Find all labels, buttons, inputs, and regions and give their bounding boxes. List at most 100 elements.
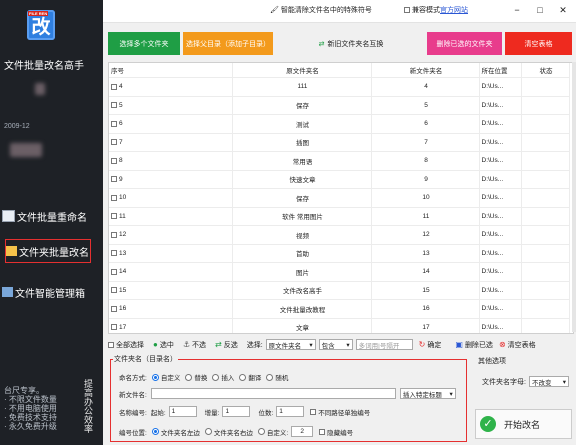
cell-no[interactable]: 12 bbox=[109, 225, 233, 245]
cell-no[interactable]: 14 bbox=[109, 262, 233, 282]
keyword-input[interactable]: 多词用|号隔开 bbox=[355, 339, 413, 350]
table-row[interactable]: 11 软件 常用图片 11 D:\Us... bbox=[109, 207, 570, 226]
row-checkbox[interactable] bbox=[111, 120, 117, 127]
sidebar-item-file-rename[interactable]: 文件批量重命名 bbox=[2, 205, 98, 227]
row-checkbox[interactable] bbox=[111, 231, 117, 238]
table-row[interactable]: 17 文章 17 D:\Us... bbox=[109, 318, 570, 333]
table-row[interactable]: 16 文件批量改教程 16 D:\Us... bbox=[109, 299, 570, 319]
delete-selected-button[interactable]: ▣ 删除已选 bbox=[455, 340, 493, 350]
cell-no[interactable]: 8 bbox=[109, 151, 233, 171]
cell-no[interactable]: 7 bbox=[109, 133, 233, 152]
row-checkbox[interactable] bbox=[111, 213, 117, 220]
cell-no[interactable]: 16 bbox=[109, 299, 233, 319]
row-checkbox[interactable] bbox=[111, 176, 117, 183]
row-checkbox[interactable] bbox=[111, 194, 117, 201]
table-row[interactable]: 6 测试 6 D:\Us... bbox=[109, 114, 570, 134]
radio-random[interactable] bbox=[266, 373, 274, 381]
minimize-button[interactable]: − bbox=[508, 1, 526, 19]
cell-no[interactable]: 5 bbox=[109, 96, 233, 115]
clear-table-button[interactable]: 清空表格 bbox=[505, 32, 572, 55]
cell-old-name: 保存 bbox=[232, 188, 372, 208]
radio-insert[interactable] bbox=[212, 373, 220, 381]
table-scrollbar[interactable] bbox=[572, 62, 576, 332]
cell-location: D:\Us... bbox=[479, 318, 522, 333]
row-checkbox[interactable] bbox=[111, 287, 117, 294]
row-checkbox[interactable] bbox=[111, 305, 117, 312]
row-checkbox[interactable] bbox=[111, 139, 117, 146]
cell-location: D:\Us... bbox=[479, 170, 522, 189]
table-row[interactable]: 5 保存 5 D:\Us... bbox=[109, 96, 570, 115]
cell-no[interactable]: 15 bbox=[109, 281, 233, 300]
start-rename-button[interactable]: ✓ 开始改名 bbox=[475, 409, 572, 439]
cell-no[interactable]: 6 bbox=[109, 114, 233, 134]
digits-input[interactable]: 1 bbox=[276, 406, 305, 417]
select-button[interactable]: ● 选中 bbox=[153, 340, 174, 350]
row-checkbox[interactable] bbox=[111, 250, 117, 257]
row-checkbox[interactable] bbox=[111, 324, 117, 331]
radio-translate[interactable] bbox=[239, 373, 247, 381]
radio-left[interactable] bbox=[151, 428, 159, 435]
cell-location: D:\Us... bbox=[479, 96, 522, 115]
hide-number-checkbox[interactable] bbox=[319, 428, 326, 435]
insert-title-select[interactable]: 插入特定标题 ▾ bbox=[399, 388, 456, 399]
checkbox-box[interactable] bbox=[108, 341, 114, 348]
table-row[interactable]: 4 111 4 D:\Us... bbox=[109, 77, 570, 97]
sidebar-item-smart-box[interactable]: 文件智能管理箱 bbox=[2, 281, 98, 303]
custom-pos-input[interactable]: 2 bbox=[291, 426, 314, 437]
clear-table-link[interactable]: ⊗ 清空表格 bbox=[499, 340, 536, 350]
cell-location: D:\Us... bbox=[479, 299, 522, 319]
compat-mode-toggle[interactable]: 兼容模式 bbox=[404, 5, 440, 15]
row-checkbox[interactable] bbox=[111, 83, 117, 90]
table-row[interactable]: 14 图片 14 D:\Us... bbox=[109, 262, 570, 282]
header-status[interactable]: 状态 bbox=[521, 63, 570, 78]
select-all-checkbox[interactable]: 全部选择 bbox=[108, 340, 144, 350]
method-label: 命名方式: bbox=[119, 375, 147, 382]
table-row[interactable]: 9 快速文章 9 D:\Us... bbox=[109, 170, 570, 189]
header-no[interactable]: 序号 bbox=[109, 63, 233, 78]
swap-names-button[interactable]: ⇄ 新旧文件夹名互换 bbox=[311, 32, 391, 55]
cell-no[interactable]: 9 bbox=[109, 170, 233, 189]
select-parent-dir-button[interactable]: 选择父目录（添加子目录） bbox=[183, 32, 273, 55]
table-row[interactable]: 8 常用语 8 D:\Us... bbox=[109, 151, 570, 171]
case-select[interactable]: 不改变 ▾ bbox=[528, 376, 569, 387]
delete-selected-folders-button[interactable]: 删除已选的文件夹 bbox=[427, 32, 502, 55]
radio-right[interactable] bbox=[204, 428, 212, 435]
invert-button[interactable]: ⇄ 反选 bbox=[215, 340, 238, 350]
cell-no[interactable]: 11 bbox=[109, 207, 233, 226]
radio-custom[interactable] bbox=[151, 373, 159, 381]
maximize-button[interactable]: □ bbox=[531, 1, 549, 19]
table-row[interactable]: 10 保存 10 D:\Us... bbox=[109, 188, 570, 208]
header-new-name[interactable]: 新文件夹名 bbox=[371, 63, 480, 78]
unselect-button[interactable]: ⚓ 不选 bbox=[183, 340, 206, 350]
step-input[interactable]: 1 bbox=[222, 406, 251, 417]
row-checkbox[interactable] bbox=[111, 268, 117, 275]
start-input[interactable]: 1 bbox=[168, 406, 197, 417]
user-name-blur bbox=[10, 143, 42, 157]
row-checkbox[interactable] bbox=[111, 102, 117, 109]
row-checkbox[interactable] bbox=[111, 157, 117, 164]
table-row[interactable]: 13 首助 13 D:\Us... bbox=[109, 244, 570, 263]
select-folders-button[interactable]: 选择多个文件夹 bbox=[108, 32, 180, 55]
sidebar-item-folder-rename[interactable]: 文件夹批量改名 bbox=[5, 239, 91, 263]
table-row[interactable]: 7 插图 7 D:\Us... bbox=[109, 133, 570, 152]
match-select[interactable]: 包含 ▾ bbox=[318, 339, 353, 350]
radio-replace[interactable] bbox=[185, 373, 193, 381]
separate-numbering-checkbox[interactable] bbox=[310, 408, 317, 415]
table-row[interactable]: 15 文件改名高手 15 D:\Us... bbox=[109, 281, 570, 300]
official-site-link[interactable]: 官方网站 bbox=[440, 5, 468, 15]
compat-checkbox[interactable] bbox=[404, 7, 410, 13]
cell-status bbox=[521, 299, 570, 319]
cell-no[interactable]: 13 bbox=[109, 244, 233, 263]
cell-no[interactable]: 4 bbox=[109, 77, 233, 97]
radio-custom-pos[interactable] bbox=[257, 428, 265, 435]
new-name-input[interactable] bbox=[150, 388, 396, 399]
header-old-name[interactable]: 原文件夹名 bbox=[232, 63, 372, 78]
table-row[interactable]: 12 视频 12 D:\Us... bbox=[109, 225, 570, 245]
smart-clean-link[interactable]: 🖌 智能清除文件名中的特殊符号 bbox=[270, 5, 372, 15]
close-button[interactable]: ✕ bbox=[554, 1, 572, 19]
confirm-button[interactable]: ↻ 确定 bbox=[419, 340, 442, 350]
header-location[interactable]: 所在位置 bbox=[479, 63, 522, 78]
field-select[interactable]: 原文件夹名 ▾ bbox=[265, 339, 316, 350]
cell-no[interactable]: 17 bbox=[109, 318, 233, 333]
cell-no[interactable]: 10 bbox=[109, 188, 233, 208]
